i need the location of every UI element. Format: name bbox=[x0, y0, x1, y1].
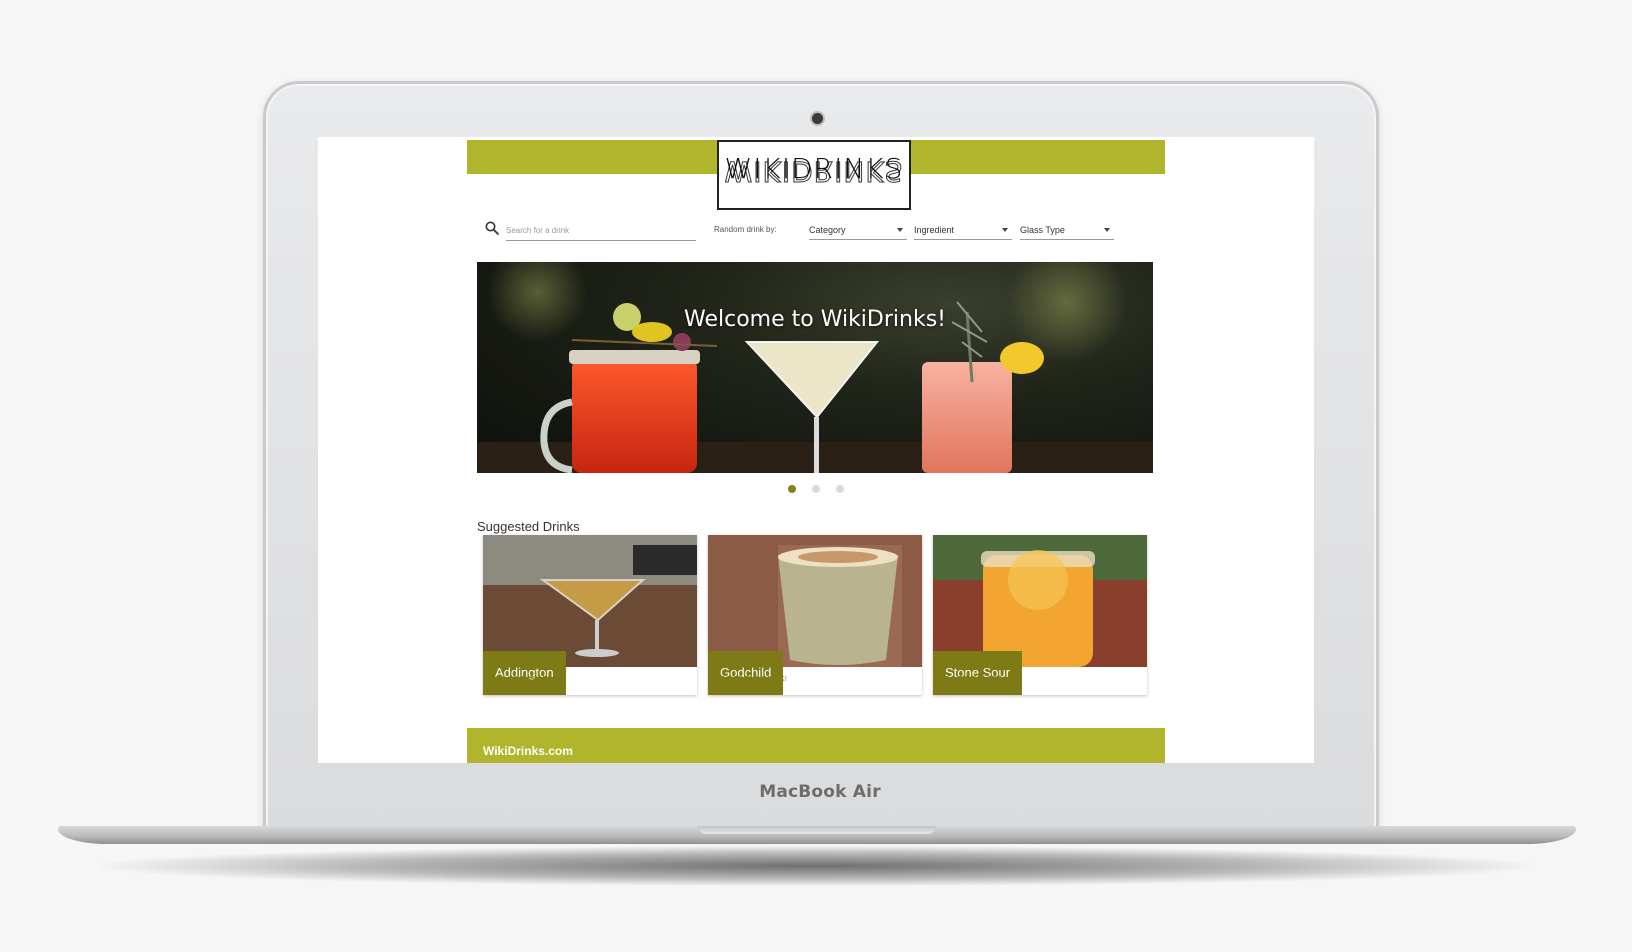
go-to-drink-link[interactable]: GO TO THE DRINK! bbox=[720, 676, 787, 683]
laptop-shadow bbox=[100, 846, 1530, 886]
go-to-drink-link[interactable]: GO TO THE DRINK! bbox=[495, 676, 562, 683]
suggested-drinks-list: Addington GO TO THE DRINK! Godchild GO T… bbox=[483, 535, 1153, 695]
drink-card[interactable]: Addington GO TO THE DRINK! bbox=[483, 535, 697, 695]
dropdown-caret-icon bbox=[1002, 228, 1008, 232]
hero-carousel[interactable]: Welcome to WikiDrinks! bbox=[477, 262, 1153, 473]
logo-mirror-text: WIKIDRINKS bbox=[724, 155, 904, 189]
ingredient-select[interactable]: Ingredient bbox=[914, 220, 1012, 240]
random-drink-label: Random drink by: bbox=[714, 225, 777, 234]
stone-sour-photo bbox=[933, 535, 1147, 667]
drink-card-image bbox=[483, 535, 697, 667]
carousel-dot-1[interactable] bbox=[787, 485, 796, 493]
glass-type-select[interactable]: Glass Type bbox=[1020, 220, 1114, 240]
carousel-indicators bbox=[467, 480, 1165, 498]
drink-card[interactable]: Godchild GO TO THE DRINK! bbox=[708, 535, 922, 695]
hero-cocktails-image bbox=[477, 262, 1153, 473]
drink-card-title: Addington bbox=[483, 651, 566, 695]
suggested-drinks-heading: Suggested Drinks bbox=[477, 519, 580, 534]
carousel-dot-3[interactable] bbox=[836, 485, 845, 493]
drink-card-image bbox=[708, 535, 922, 667]
laptop-screen: WIKIDRINKS WIKIDRINKS Random drink by: C… bbox=[318, 137, 1314, 763]
ingredient-select-label: Ingredient bbox=[914, 225, 955, 235]
godchild-photo bbox=[708, 535, 922, 667]
category-select[interactable]: Category bbox=[809, 220, 907, 240]
search-input[interactable] bbox=[506, 220, 696, 241]
website: WIKIDRINKS WIKIDRINKS Random drink by: C… bbox=[467, 140, 1165, 763]
site-footer: WikiDrinks.com bbox=[467, 728, 1165, 763]
dropdown-caret-icon bbox=[1104, 228, 1110, 232]
dropdown-caret-icon bbox=[897, 228, 903, 232]
laptop-brand-label: MacBook Air bbox=[759, 782, 881, 802]
search-and-filter-row: Random drink by: Category Ingredient Gla… bbox=[467, 220, 1165, 244]
search-icon[interactable] bbox=[484, 220, 500, 236]
go-to-drink-link[interactable]: GO TO THE DRINK! bbox=[945, 676, 1012, 683]
carousel-dot-2[interactable] bbox=[812, 485, 820, 493]
drink-card[interactable]: Stone Sour GO TO THE DRINK! bbox=[933, 535, 1147, 695]
hero-title: Welcome to WikiDrinks! bbox=[683, 307, 946, 332]
glass-type-select-label: Glass Type bbox=[1020, 225, 1065, 235]
drink-card-title: Godchild bbox=[708, 651, 784, 695]
drink-card-image bbox=[933, 535, 1147, 667]
webcam-icon bbox=[812, 113, 823, 124]
category-select-label: Category bbox=[809, 225, 846, 235]
footer-site-name[interactable]: WikiDrinks.com bbox=[483, 744, 573, 758]
site-logo[interactable]: WIKIDRINKS WIKIDRINKS bbox=[717, 140, 911, 210]
drink-card-title: Stone Sour bbox=[933, 651, 1023, 695]
laptop-hinge-notch bbox=[698, 826, 936, 834]
addington-photo bbox=[483, 535, 697, 667]
